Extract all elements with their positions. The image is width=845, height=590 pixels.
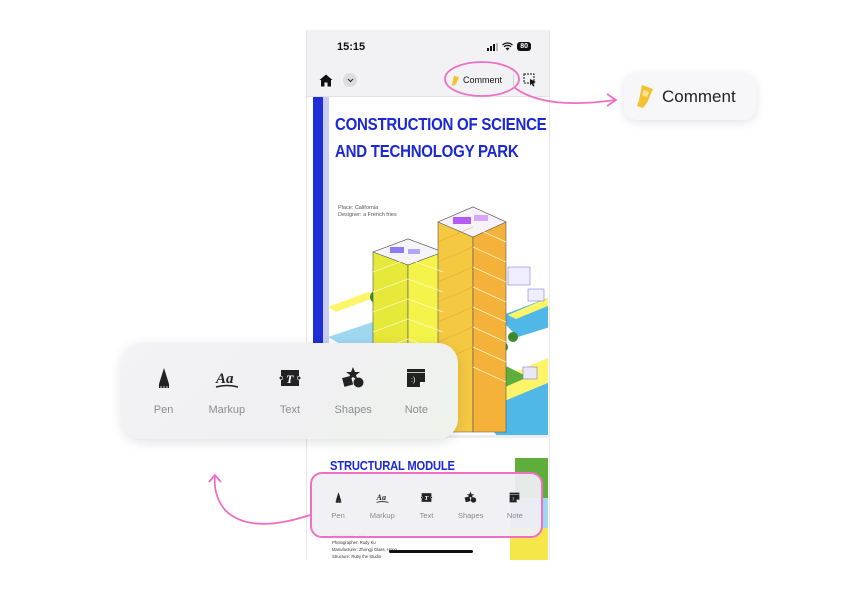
selection-tool-icon[interactable]: [523, 73, 537, 87]
shapes-icon: [464, 491, 477, 503]
dropdown-button[interactable]: [343, 73, 357, 87]
status-icons: 80: [487, 42, 531, 51]
tool-label: Markup: [369, 510, 395, 520]
section-title: STRUCTURAL MODULE: [330, 458, 455, 473]
stage: 15:15 80 Comment CONSTRUCTION OF SCIENCE…: [0, 0, 845, 590]
home-icon[interactable]: [319, 74, 333, 87]
annotation-toolbar-enlarged: Pen Aa Markup T Text Shapes :) Note: [122, 343, 458, 439]
tool-label: Note: [506, 510, 523, 520]
tool-note[interactable]: :) Note: [495, 491, 535, 520]
highlighter-icon: [451, 75, 459, 86]
tool-shapes[interactable]: Shapes: [451, 491, 491, 520]
svg-text:Aa: Aa: [376, 493, 386, 502]
wifi-icon: [502, 42, 514, 51]
tool-label: Note: [404, 404, 428, 416]
document-title-line-1: CONSTRUCTION OF SCIENCE: [335, 114, 547, 134]
highlighter-icon: [637, 85, 653, 108]
tool-pen[interactable]: Pen: [318, 491, 358, 520]
arrow-head-up: [208, 473, 222, 483]
battery-icon: 80: [517, 42, 531, 51]
tool-label: Shapes: [457, 510, 484, 520]
tool-label: Pen: [331, 510, 345, 520]
tool-markup[interactable]: Aa Markup: [197, 366, 257, 416]
viewer-toolbar: Comment: [307, 66, 549, 96]
shapes-icon: [342, 367, 364, 388]
chevron-down-icon: [347, 78, 353, 82]
tool-label: Text: [279, 404, 301, 416]
tool-shapes[interactable]: Shapes: [323, 366, 383, 416]
tool-text[interactable]: T Text: [406, 491, 446, 520]
home-indicator: [389, 550, 473, 553]
meta-line: Manufacturer: Zhongji Glass, Hong: [332, 547, 397, 552]
document-title: CONSTRUCTION OF SCIENCE AND TECHNOLOGY P…: [335, 111, 547, 165]
meta-line: Structure: Ruby the Studio: [332, 554, 382, 559]
annotation-toolbar-inline: Pen Aa Markup T Text Shapes :) Note: [310, 472, 543, 538]
pen-icon: [158, 368, 169, 388]
svg-text::): :): [411, 377, 415, 384]
tool-label: Markup: [208, 404, 246, 416]
pen-icon: [335, 491, 341, 503]
tool-pen[interactable]: Pen: [134, 366, 194, 416]
comment-callout: Comment: [624, 74, 756, 120]
status-bar: 15:15 80: [307, 30, 549, 66]
toolbar-divider: [513, 74, 514, 86]
status-time: 15:15: [337, 41, 366, 53]
markup-icon: Aa: [215, 371, 238, 388]
text-box-icon: T: [278, 370, 302, 386]
meta-line: Photographer: Rudy Ku: [332, 540, 376, 545]
text-box-icon: T: [420, 492, 433, 502]
signal-icon: [487, 42, 499, 51]
tool-label: Text: [419, 510, 434, 520]
comment-mode-button[interactable]: Comment: [451, 72, 502, 88]
comment-mode-label: Comment: [463, 75, 503, 85]
tool-note[interactable]: :) Note: [386, 366, 446, 416]
tool-text[interactable]: T Text: [260, 366, 320, 416]
svg-text:T: T: [286, 372, 294, 386]
document-title-line-2: AND TECHNOLOGY PARK: [335, 141, 519, 161]
arrow-to-toolbar: [213, 475, 311, 525]
tool-markup[interactable]: Aa Markup: [362, 491, 402, 520]
markup-icon: Aa: [376, 493, 389, 503]
note-icon: :): [407, 369, 426, 387]
svg-text:Aa: Aa: [215, 371, 234, 387]
tool-label: Pen: [153, 404, 174, 416]
note-icon: :): [509, 492, 520, 502]
tool-label: Shapes: [334, 404, 372, 416]
callout-label: Comment: [662, 87, 736, 106]
arrow-head-right: [606, 93, 618, 107]
